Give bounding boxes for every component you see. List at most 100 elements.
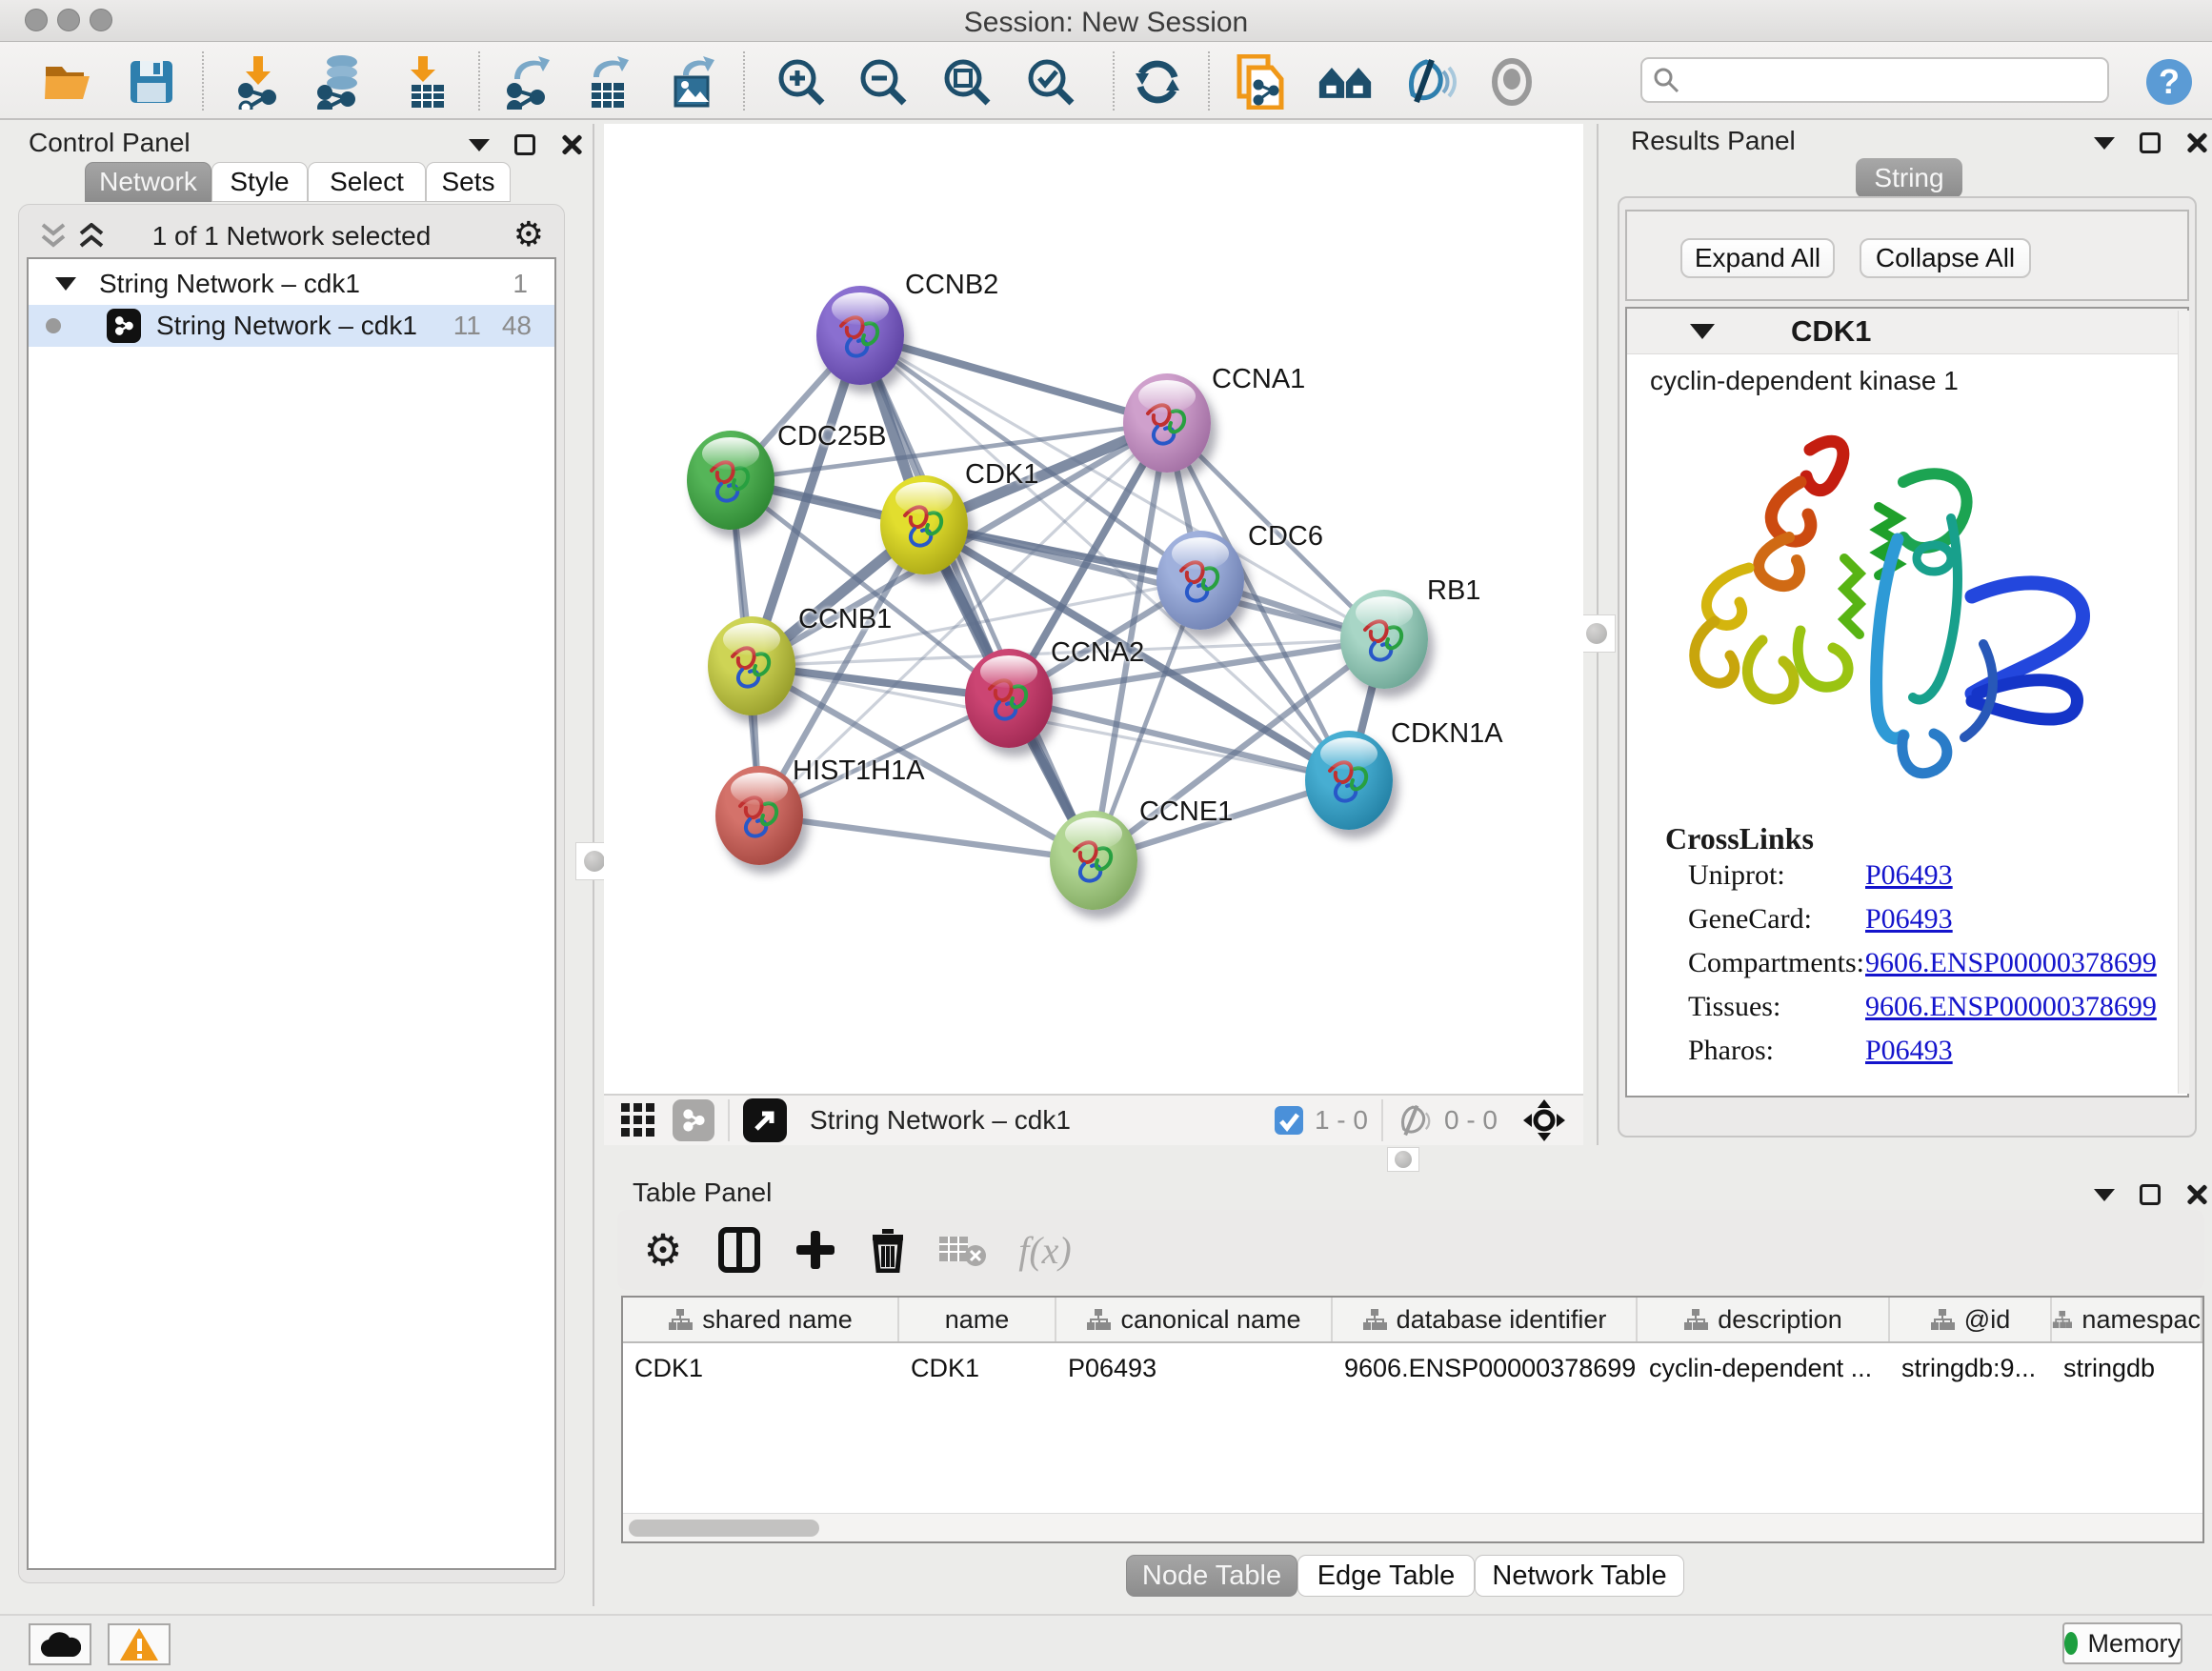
results-tab-string[interactable]: String <box>1856 158 1962 198</box>
export-table-button[interactable] <box>581 54 636 110</box>
panel-menu-icon[interactable] <box>2094 137 2115 150</box>
node-label-rb1: RB1 <box>1427 575 1480 607</box>
table-cell[interactable]: CDK1 <box>623 1349 899 1387</box>
gene-collapse-triangle-icon[interactable] <box>1690 324 1715 339</box>
network-node-cdkn1a[interactable] <box>1305 731 1393 830</box>
network-node-ccne1[interactable] <box>1050 811 1137 910</box>
crosslink-link[interactable]: P06493 <box>1865 903 1953 936</box>
horizontal-splitter-handle[interactable] <box>1387 1147 1419 1172</box>
column-header-description[interactable]: description <box>1638 1298 1890 1341</box>
close-panel-icon[interactable] <box>2185 131 2208 154</box>
network-node-ccna2[interactable] <box>965 649 1053 748</box>
column-header-canonical-name[interactable]: canonical name <box>1056 1298 1333 1341</box>
panel-menu-icon[interactable] <box>469 139 490 151</box>
table-cell[interactable]: 9606.ENSP00000378699 <box>1333 1349 1638 1387</box>
clone-network-button[interactable] <box>1233 54 1288 110</box>
function-builder-button[interactable]: f(x) <box>1002 1223 1088 1277</box>
delete-column-button[interactable] <box>861 1223 915 1277</box>
memory-button[interactable]: Memory <box>2062 1622 2182 1664</box>
network-node-rb1[interactable] <box>1340 590 1428 689</box>
create-column-button[interactable] <box>789 1223 842 1277</box>
gene-header-row[interactable]: CDK1 <box>1627 309 2187 354</box>
network-view-canvas[interactable]: CCNB2 CCNA1 CDC25B CDK1 CDC6 RB1 CCNB1 C… <box>604 124 1583 1094</box>
network-collection-row[interactable]: String Network – cdk1 1 <box>29 263 554 305</box>
network-node-cdc6[interactable] <box>1156 531 1244 630</box>
column-header-database-identifier[interactable]: database identifier <box>1333 1298 1638 1341</box>
help-button[interactable]: ? <box>2142 54 2197 110</box>
hidden-eye-icon[interactable] <box>1397 1104 1435 1137</box>
network-node-ccnb1[interactable] <box>708 616 795 715</box>
network-node-ccnb2[interactable] <box>816 286 904 385</box>
close-panel-icon[interactable] <box>560 133 583 156</box>
results-scrollbar[interactable] <box>2178 311 2189 1094</box>
table-horizontal-scrollbar[interactable] <box>623 1513 2202 1541</box>
import-network-from-database-button[interactable] <box>312 54 368 110</box>
table-cell[interactable]: stringdb:9... <box>1890 1349 2052 1387</box>
search-input[interactable] <box>1680 66 2090 95</box>
network-node-cdk1[interactable] <box>880 475 968 574</box>
warnings-button[interactable] <box>108 1623 171 1665</box>
open-in-new-window-icon[interactable] <box>743 1098 787 1142</box>
right-splitter-handle[interactable] <box>1578 614 1616 653</box>
network-node-ccna1[interactable] <box>1123 373 1211 473</box>
close-panel-icon[interactable] <box>2185 1183 2208 1206</box>
tab-node-table[interactable]: Node Table <box>1126 1555 1297 1597</box>
collapse-all-button[interactable]: Collapse All <box>1860 238 2031 278</box>
export-image-button[interactable] <box>667 54 722 110</box>
zoom-out-button[interactable] <box>855 54 911 110</box>
float-panel-icon[interactable] <box>514 134 535 155</box>
float-panel-icon[interactable] <box>2140 132 2161 153</box>
open-session-button[interactable] <box>40 54 95 110</box>
panel-menu-icon[interactable] <box>2094 1189 2115 1201</box>
table-settings-button[interactable]: ⚙ <box>636 1223 690 1277</box>
scrollbar-thumb[interactable] <box>629 1520 819 1537</box>
column-header-namespac[interactable]: namespac <box>2052 1298 2202 1341</box>
network-edge-count: 48 <box>502 311 532 341</box>
network-options-gear-icon[interactable]: ⚙ <box>513 217 544 252</box>
crosslink-link[interactable]: 9606.ENSP00000378699 <box>1865 947 2157 979</box>
zoom-selected-button[interactable] <box>1023 54 1078 110</box>
network-row-selected[interactable]: String Network – cdk1 11 48 <box>29 305 554 347</box>
network-edge[interactable] <box>759 815 1094 860</box>
import-network-button[interactable] <box>232 54 288 110</box>
column-header-@id[interactable]: @id <box>1890 1298 2052 1341</box>
tab-select[interactable]: Select <box>308 162 426 202</box>
show-eye-button[interactable] <box>1484 54 1539 110</box>
save-session-button[interactable] <box>124 54 179 110</box>
table-cell[interactable]: stringdb <box>2052 1349 2202 1387</box>
table-cell[interactable]: cyclin-dependent ... <box>1638 1349 1890 1387</box>
zoom-in-button[interactable] <box>774 54 829 110</box>
crosslink-link[interactable]: P06493 <box>1865 859 1953 892</box>
crosslink-link[interactable]: P06493 <box>1865 1035 1953 1067</box>
show-columns-button[interactable] <box>713 1223 766 1277</box>
table-cell[interactable]: P06493 <box>1056 1349 1333 1387</box>
zoom-fit-button[interactable] <box>939 54 995 110</box>
search-field-container <box>1640 57 2109 103</box>
table-cell[interactable]: CDK1 <box>899 1349 1056 1387</box>
selected-checkbox-icon[interactable] <box>1273 1104 1305 1137</box>
refresh-network-button[interactable] <box>1130 54 1185 110</box>
grid-view-icon[interactable] <box>619 1101 657 1139</box>
hide-glass-button[interactable] <box>1402 54 1458 110</box>
tab-network[interactable]: Network <box>85 162 211 202</box>
crosslink-link[interactable]: 9606.ENSP00000378699 <box>1865 991 2157 1023</box>
network-node-cdc25b[interactable] <box>687 431 774 530</box>
tab-network-table[interactable]: Network Table <box>1475 1555 1684 1597</box>
tab-edge-table[interactable]: Edge Table <box>1297 1555 1475 1597</box>
toolbar-separator <box>478 51 480 111</box>
cloud-status-button[interactable] <box>29 1623 91 1665</box>
network-share-toggle-icon[interactable] <box>673 1099 714 1141</box>
delete-table-button[interactable] <box>935 1223 989 1277</box>
import-table-button[interactable] <box>400 54 455 110</box>
collection-expand-triangle-icon[interactable] <box>55 277 76 291</box>
float-panel-icon[interactable] <box>2140 1184 2161 1205</box>
export-network-button[interactable] <box>501 54 556 110</box>
network-node-hist1h1a[interactable] <box>715 766 803 865</box>
tab-sets[interactable]: Sets <box>426 162 511 202</box>
tab-style[interactable]: Style <box>211 162 308 202</box>
home-view-button[interactable] <box>1317 54 1373 110</box>
expand-all-button[interactable]: Expand All <box>1680 238 1835 278</box>
column-header-shared-name[interactable]: shared name <box>623 1298 899 1341</box>
column-header-name[interactable]: name <box>899 1298 1056 1341</box>
birds-eye-crosshair-icon[interactable] <box>1522 1098 1566 1142</box>
